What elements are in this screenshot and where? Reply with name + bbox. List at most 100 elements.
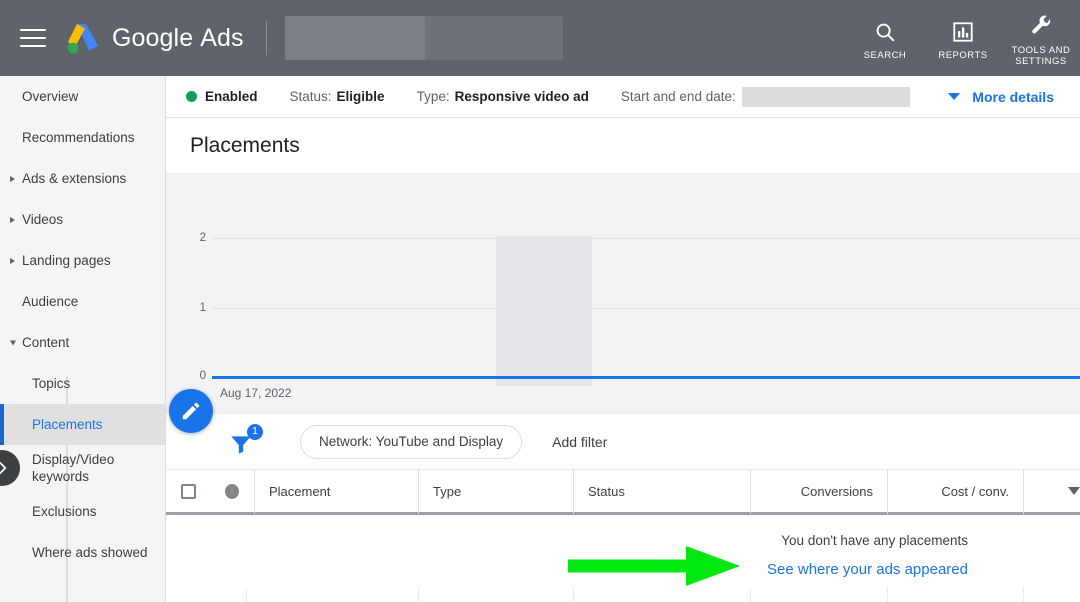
account-id-redaction — [424, 16, 563, 60]
sidebar-item-where-ads-showed[interactable]: Where ads showed — [0, 532, 165, 573]
column-label: Cost / conv. — [941, 483, 1009, 499]
sidebar-item-landing-pages[interactable]: Landing pages — [0, 240, 165, 281]
see-where-ads-appeared-link[interactable]: See where your ads appeared — [767, 561, 968, 578]
filter-button[interactable]: 1 — [228, 423, 263, 457]
tools-label: TOOLS AND SETTINGS — [1011, 44, 1071, 67]
sidebar-item-label: Videos — [22, 212, 64, 227]
status-circle-icon — [225, 483, 239, 499]
sidebar-item-audience[interactable]: Audience — [0, 281, 165, 322]
reports-button[interactable]: REPORTS — [924, 15, 1002, 61]
sidebar-item-label: Overview — [22, 89, 79, 104]
brand: Google Ads — [64, 21, 244, 55]
sidebar-item-display-video-keywords[interactable]: Display/Video keywords — [0, 445, 165, 491]
sidebar-item-ads-extensions[interactable]: Ads & extensions — [0, 158, 165, 199]
gridline-2 — [212, 238, 1080, 239]
column-header-type[interactable]: Type — [418, 468, 573, 514]
top-app-bar: Google Ads SEARCH REPORTS TOOLS AND SETT… — [0, 0, 1080, 76]
checkbox-unchecked-icon[interactable] — [180, 483, 196, 499]
sidebar-item-label: Where ads showed — [32, 545, 148, 560]
ad-type: Type: Responsive video ad — [417, 89, 589, 104]
sidebar-item-placements[interactable]: Placements — [0, 404, 165, 445]
wrench-tools-icon — [1030, 14, 1053, 40]
column-header-placement[interactable]: Placement — [254, 468, 418, 514]
date-label: Start and end date: — [620, 89, 736, 104]
tools-and-settings-button[interactable]: TOOLS AND SETTINGS — [1002, 10, 1080, 67]
sidebar-item-label: Exclusions — [32, 504, 97, 519]
column-label: Conversions — [800, 483, 873, 499]
chart-series-line — [212, 376, 1080, 379]
page-title-bar: Placements — [166, 118, 1080, 174]
type-label: Type: — [416, 89, 450, 104]
column-header-cost-per-conv[interactable]: Cost / conv. — [887, 468, 1023, 514]
topbar-divider — [265, 21, 267, 55]
enabled-dot-icon — [186, 91, 197, 102]
nav-list: Overview Recommendations Ads & extensions V… — [0, 76, 165, 573]
ad-status-strip: Enabled Status: Eligible Type: Responsiv… — [166, 76, 1080, 118]
sidebar-item-label: Display/Video keywords — [32, 452, 115, 484]
add-filter-button[interactable]: Add filter — [552, 434, 607, 450]
enabled-status: Enabled — [186, 89, 258, 104]
empty-state-message: You don't have any placements — [781, 533, 968, 548]
chevron-down-icon — [10, 340, 16, 345]
type-value: Responsive video ad — [454, 89, 589, 104]
status-value: Eligible — [336, 89, 385, 104]
sidebar-item-label: Recommendations — [22, 130, 135, 145]
filter-bar: 1 Network: YouTube and Display Add filte… — [166, 414, 1080, 470]
brand-title: Google Ads — [112, 24, 244, 53]
y-tick-0: 0 — [199, 370, 206, 382]
chevron-right-icon — [10, 216, 15, 223]
sidebar-item-label: Ads & extensions — [22, 171, 127, 186]
sidebar-item-label: Audience — [22, 294, 79, 309]
y-tick-1: 1 — [199, 302, 206, 314]
edit-fab-button[interactable] — [169, 389, 213, 433]
brand-primary: Google — [112, 23, 194, 52]
topbar-actions: SEARCH REPORTS TOOLS AND SETTINGS — [846, 0, 1080, 76]
sidebar-item-recommendations[interactable]: Recommendations — [0, 117, 165, 158]
sidebar-item-label: Content — [22, 335, 70, 350]
search-label: SEARCH — [863, 50, 907, 61]
search-button[interactable]: SEARCH — [846, 15, 924, 61]
filter-chip-label: Network: YouTube and Display — [319, 434, 504, 449]
column-label: Type — [433, 483, 462, 499]
date-value-redaction — [741, 86, 910, 107]
placements-table-header: Placement Type Status Conversions Cost /… — [166, 468, 1080, 515]
sidebar-item-exclusions[interactable]: Exclusions — [0, 491, 165, 532]
status-label: Status: — [289, 89, 332, 104]
column-header-status[interactable]: Status — [573, 468, 750, 514]
sidebar-item-label: Topics — [32, 376, 71, 391]
sidebar-item-content[interactable]: Content — [0, 322, 165, 363]
x-tick-0: Aug 17, 2022 — [220, 386, 292, 400]
column-label: Status — [588, 483, 625, 499]
page-title: Placements — [190, 133, 300, 157]
performance-chart[interactable]: 2 1 0 Aug 17, 2022 — [166, 174, 1080, 414]
sidebar-item-label: Landing pages — [22, 253, 111, 268]
green-right-arrow-annotation — [568, 544, 746, 593]
account-name-redaction — [284, 16, 425, 60]
column-header-conversions[interactable]: Conversions — [750, 468, 887, 514]
left-navigation-sidebar: Overview Recommendations Ads & extensions V… — [0, 76, 166, 602]
chart-hover-band — [496, 236, 592, 386]
search-icon — [874, 19, 896, 45]
sort-descending-caret-icon — [1068, 487, 1080, 495]
filter-chip-network[interactable]: Network: YouTube and Display — [300, 424, 523, 459]
date-range: Start and end date: — [620, 86, 910, 107]
chevron-right-icon — [10, 257, 15, 264]
chevron-down-icon — [948, 93, 961, 100]
sidebar-item-topics[interactable]: Topics — [0, 363, 165, 404]
chevron-right-icon — [10, 175, 15, 182]
hamburger-menu-icon[interactable] — [20, 29, 46, 47]
select-all-cell[interactable] — [166, 469, 210, 514]
sidebar-item-overview[interactable]: Overview — [0, 76, 165, 117]
column-header-sort[interactable] — [1023, 468, 1080, 514]
eligibility-status: Status: Eligible — [290, 89, 385, 104]
more-details-label: More details — [972, 88, 1054, 105]
brand-secondary: Ads — [200, 23, 244, 52]
chevron-right-icon — [0, 461, 7, 475]
more-details-button[interactable]: More details — [948, 89, 1054, 105]
sidebar-item-videos[interactable]: Videos — [0, 199, 165, 240]
y-tick-2: 2 — [199, 232, 206, 244]
status-circle-cell[interactable] — [210, 469, 254, 514]
google-ads-logo-icon — [64, 21, 102, 55]
reports-bar-chart-icon — [952, 19, 974, 45]
edit-pencil-icon — [182, 402, 200, 420]
